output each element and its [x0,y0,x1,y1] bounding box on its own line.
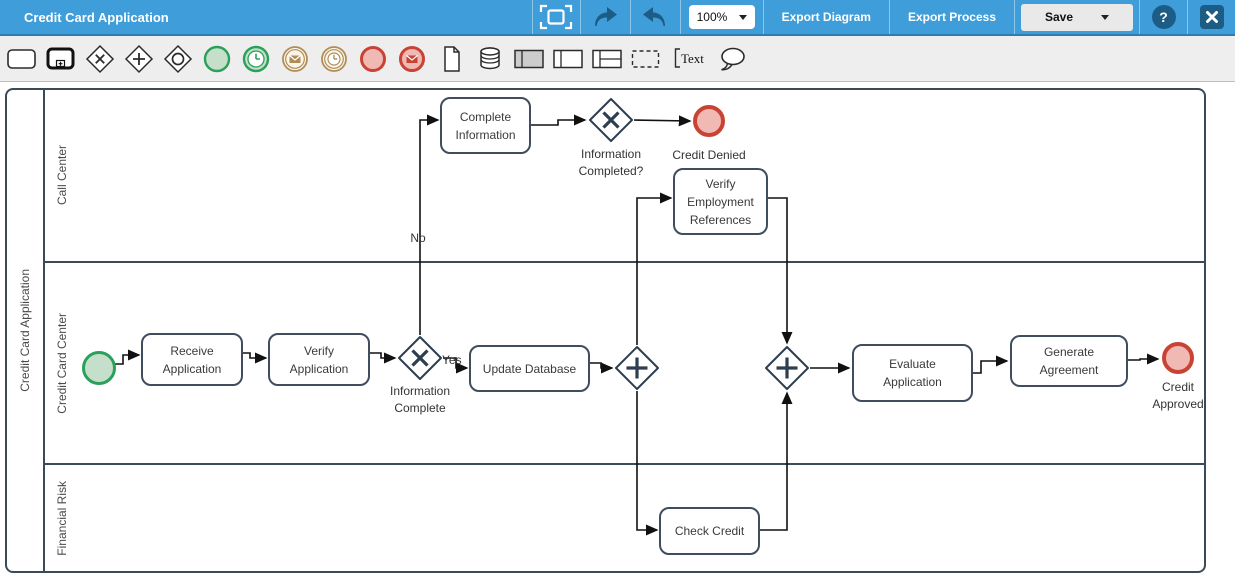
tool-task[interactable] [6,43,38,75]
fit-screen-icon [538,3,574,31]
tool-message-end-event[interactable] [396,43,428,75]
task-verify-application[interactable]: Verify Application [268,333,370,386]
lane-label: Credit Card Center [55,313,69,414]
tool-parallel-gateway[interactable] [123,43,155,75]
export-process-button[interactable]: Export Process [889,0,1014,34]
app-title: Credit Card Application [0,0,532,34]
tool-pool-with-lanes[interactable] [591,43,623,75]
zoom-select-wrap: 100% [680,0,763,34]
lane-label: Financial Risk [55,481,69,556]
group-icon [630,44,662,74]
end-event-credit-denied[interactable] [693,105,725,137]
gateway-parallel-split[interactable] [614,345,660,391]
callout-icon [717,44,747,74]
lane-financial-risk[interactable]: Financial Risk [45,465,1204,571]
message-intermediate-event-icon [280,44,310,74]
tool-exclusive-gateway[interactable] [84,43,116,75]
save-label: Save [1045,10,1073,24]
text-annotation-icon: Text [669,44,709,74]
label-credit-denied: Credit Denied [654,147,764,164]
task-evaluate-application[interactable]: Evaluate Application [852,344,973,402]
label-information-completed: Information Completed? [561,146,661,180]
pool-icon [513,44,545,74]
close-icon [1200,5,1224,29]
label-credit-approved: Credit Approved [1143,379,1213,413]
task-update-database[interactable]: Update Database [469,345,590,392]
zoom-value: 100% [697,10,728,24]
task-check-credit[interactable]: Check Credit [659,507,760,555]
help-icon: ? [1152,5,1176,29]
task-generate-agreement[interactable]: Generate Agreement [1010,335,1128,387]
gateway-information-complete[interactable] [397,335,443,381]
zoom-select[interactable]: 100% [689,5,755,29]
inclusive-gateway-icon [163,44,193,74]
end-event-icon [358,44,388,74]
pool-header[interactable]: Credit Card Application [7,90,45,571]
end-event-credit-approved[interactable] [1162,342,1194,374]
caret-down-icon [1101,15,1109,20]
label-yes: Yes [442,352,472,369]
tool-start-event[interactable] [201,43,233,75]
tool-end-event[interactable] [357,43,389,75]
undo-button[interactable] [630,0,680,34]
pool-with-lanes-icon [591,44,623,74]
pool-label: Credit Card Application [18,269,32,392]
tool-timer-start-event[interactable] [240,43,272,75]
lane-icon [552,44,584,74]
data-object-icon [436,44,466,74]
close-button[interactable] [1187,0,1235,34]
tool-subprocess[interactable] [45,43,77,75]
fit-screen-button[interactable] [532,0,580,34]
timer-start-event-icon [241,44,271,74]
tool-pool[interactable] [513,43,545,75]
save-button[interactable]: Save [1021,4,1133,31]
tool-lane[interactable] [552,43,584,75]
parallel-gateway-icon [124,44,154,74]
task-receive-application[interactable]: Receive Application [141,333,243,386]
svg-text:Text: Text [681,51,704,66]
data-store-icon [475,44,505,74]
redo-arrow-icon [591,5,619,29]
task-verify-employment-references[interactable]: Verify Employment References [673,168,768,235]
task-complete-information[interactable]: Complete Information [440,97,531,154]
task-icon [6,44,38,74]
message-end-event-icon [397,44,427,74]
tool-data-store[interactable] [474,43,506,75]
label-no: No [404,230,432,247]
subprocess-icon [45,44,77,74]
help-button[interactable]: ? [1139,0,1187,34]
label-information-complete: Information Complete [370,383,470,417]
start-event[interactable] [82,351,116,385]
timer-intermediate-event-icon [319,44,349,74]
gateway-information-completed[interactable] [588,97,634,143]
gateway-parallel-join[interactable] [764,345,810,391]
diagram-canvas[interactable]: Credit Card Application Call Center Cred… [0,82,1235,577]
tool-data-object[interactable] [435,43,467,75]
exclusive-gateway-icon [85,44,115,74]
shape-palette: Text [0,36,1235,82]
tool-intermediate-timer-event[interactable] [318,43,350,75]
caret-down-icon [739,15,747,20]
redo-button[interactable] [580,0,630,34]
lane-label: Call Center [55,145,69,205]
tool-group[interactable] [630,43,662,75]
undo-arrow-icon [641,5,669,29]
title-bar: Credit Card Application 100% Export Diag… [0,0,1235,36]
tool-intermediate-message-event[interactable] [279,43,311,75]
tool-text-annotation[interactable]: Text [669,43,709,75]
tool-inclusive-gateway[interactable] [162,43,194,75]
save-button-wrap: Save [1014,0,1139,34]
tool-annotation-callout[interactable] [716,43,748,75]
export-diagram-button[interactable]: Export Diagram [763,0,889,34]
start-event-icon [202,44,232,74]
